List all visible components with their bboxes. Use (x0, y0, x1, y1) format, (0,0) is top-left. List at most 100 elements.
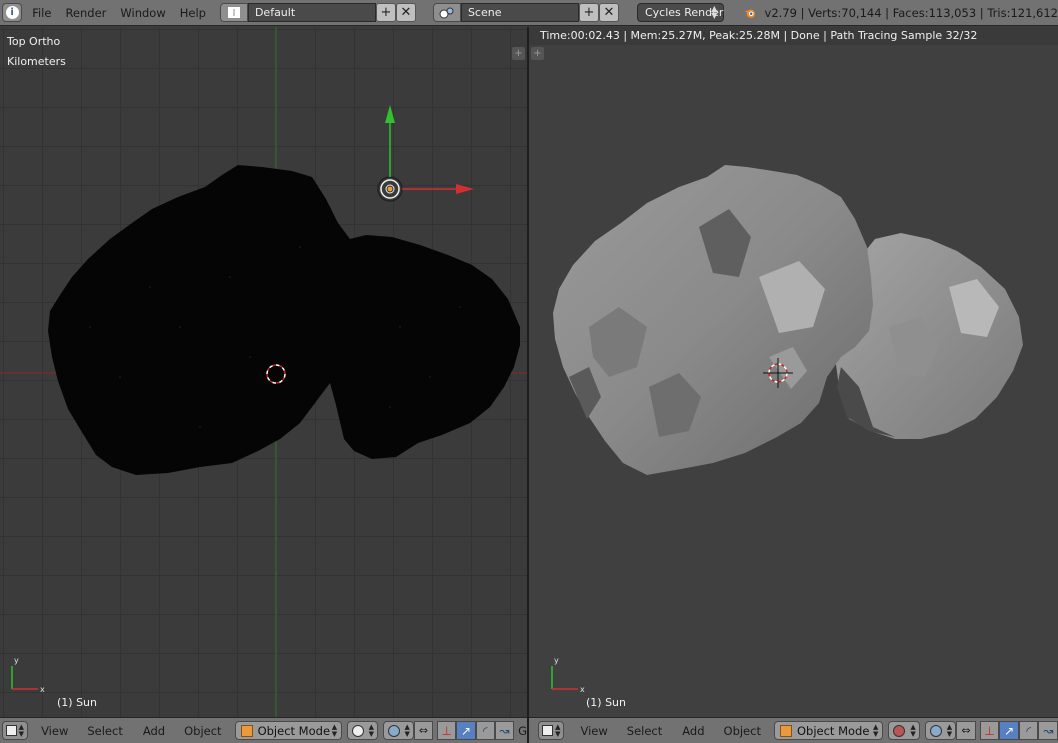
axis-y-label: y (14, 656, 19, 665)
editor-type-button[interactable]: ▲ ▼ (538, 721, 565, 740)
scale-icon: ↝ (1043, 723, 1054, 738)
object-mode-icon (240, 724, 253, 737)
translate-manipulator-button[interactable]: ↗ (456, 721, 476, 740)
editor-type-button[interactable]: i (2, 3, 23, 22)
viewport-header-right: ▲ ▼ View Select Add Object Object Mode ▲ ▼… (529, 717, 1058, 743)
menu-add[interactable]: Add (682, 724, 704, 738)
interaction-mode-dropdown[interactable]: Object Mode ▲ ▼ (773, 721, 884, 740)
menu-add[interactable]: Add (143, 724, 165, 738)
scene-stats: v2.79 | Verts:70,144 | Faces:113,053 | T… (764, 5, 1058, 20)
manipulator-icon: ⊥ (441, 723, 452, 738)
close-icon: ✕ (400, 5, 412, 20)
scene-field[interactable]: Scene (460, 3, 579, 22)
y-arrow-handle[interactable] (385, 105, 395, 123)
3d-viewport-left[interactable]: Top Ortho Kilometers y x (1) Sun + (0, 27, 527, 717)
3d-viewport-rendered[interactable]: Time:00:02.43 | Mem:25.27M, Peak:25.28M … (529, 27, 1058, 717)
dropdown-arrows-icon: ▲ ▼ (873, 723, 879, 738)
interaction-mode-label: Object Mode (796, 723, 870, 738)
menu-help[interactable]: Help (180, 6, 206, 20)
active-object-label: (1) Sun (57, 696, 98, 709)
blender-logo-icon (745, 9, 756, 18)
dropdown-arrows-icon: ▲ ▼ (711, 4, 718, 20)
info-icon: i (5, 6, 19, 19)
menu-view[interactable]: View (580, 724, 607, 738)
3d-view-icon (6, 725, 17, 736)
pivot-icon (929, 724, 942, 737)
sun-lamp-object[interactable] (377, 176, 403, 202)
axis-x-label: x (40, 685, 45, 694)
object-mode-icon (779, 724, 792, 737)
pivot-point-dropdown[interactable]: ▲ ▼ (924, 721, 957, 740)
menu-window[interactable]: Window (120, 6, 165, 20)
dropdown-arrows-icon: ▲ ▼ (555, 723, 561, 738)
pivot-icon (388, 724, 400, 737)
axis-y-label: y (554, 656, 559, 665)
dropdown-arrows-icon: ▲ ▼ (946, 723, 953, 738)
menu-render[interactable]: Render (65, 6, 106, 20)
menu-object[interactable]: Object (184, 724, 221, 738)
menu-object[interactable]: Object (724, 724, 761, 738)
dropdown-arrows-icon: ▲ ▼ (910, 723, 916, 738)
pivot-point-dropdown[interactable]: ▲ ▼ (383, 721, 414, 740)
screen-layout-name: Default (254, 6, 296, 19)
viewport-header-left: ▲ ▼ View Select Add Object Object Mode ▲ ▼… (0, 717, 527, 743)
menu-select[interactable]: Select (627, 724, 662, 738)
screen-layout-field[interactable]: Default (247, 3, 376, 22)
add-screen-button[interactable]: + (375, 3, 396, 22)
viewport-scene-left (0, 27, 527, 717)
3d-view-icon (542, 725, 553, 736)
scene-name: Scene (467, 6, 502, 19)
viewport-shading-dropdown[interactable]: ▲ ▼ (888, 721, 920, 740)
rendered-scene (553, 165, 1023, 475)
info-header: i File Render Window Help Default + ✕ Sc… (0, 0, 1058, 26)
menu-file[interactable]: File (32, 6, 51, 20)
axis-x-label: x (580, 685, 585, 694)
scale-icon: ↝ (499, 723, 510, 738)
manipulator-icon: ⊥ (984, 723, 995, 738)
wireframe-shading-icon (352, 724, 365, 737)
x-arrow-handle[interactable] (456, 184, 474, 194)
rotate-icon: ◜ (1026, 723, 1031, 738)
translate-arrow-icon: ↗ (1004, 723, 1015, 738)
plus-icon: + (380, 5, 392, 20)
comet-mesh-wireframe[interactable] (48, 165, 520, 475)
screen-layout-icon[interactable] (219, 3, 248, 22)
add-scene-button[interactable]: + (578, 3, 599, 22)
interaction-mode-label: Object Mode (257, 723, 331, 738)
rotate-icon: ◜ (482, 723, 488, 738)
delete-screen-button[interactable]: ✕ (395, 3, 416, 22)
truncated-header-item[interactable]: G (518, 724, 527, 738)
editor-type-button[interactable]: ▲ ▼ (2, 721, 29, 740)
snap-toggle-button[interactable]: ⇔ (956, 721, 976, 740)
scene-objects-icon (439, 7, 454, 18)
plus-icon: + (583, 5, 595, 20)
snap-icon: ⇔ (418, 724, 429, 737)
scene-group: Scene + ✕ (432, 3, 619, 22)
active-object-label: (1) Sun (586, 696, 627, 709)
dropdown-arrows-icon: ▲ ▼ (368, 723, 374, 738)
dropdown-arrows-icon: ▲ ▼ (331, 723, 338, 738)
rotate-manipulator-button[interactable]: ◜ (475, 721, 495, 740)
delete-scene-button[interactable]: ✕ (598, 3, 619, 22)
close-icon: ✕ (603, 5, 615, 20)
rotate-manipulator-button[interactable]: ◜ (1018, 721, 1039, 740)
scale-manipulator-button[interactable]: ↝ (494, 721, 515, 740)
translate-arrow-icon: ↗ (460, 723, 471, 738)
manipulator-toggle-button[interactable]: ⊥ (979, 721, 1000, 740)
axis-orientation-gizmo: y x (551, 656, 585, 694)
axis-orientation-gizmo: y x (11, 656, 45, 694)
dropdown-arrows-icon: ▲ ▼ (404, 723, 410, 738)
rendered-shading-icon (893, 724, 906, 737)
area-split-corner[interactable]: + (512, 47, 525, 60)
scale-manipulator-button[interactable]: ↝ (1038, 721, 1058, 740)
snap-toggle-button[interactable]: ⇔ (413, 721, 434, 740)
screen-layout-group: Default + ✕ (219, 3, 416, 22)
translate-manipulator-button[interactable]: ↗ (999, 721, 1019, 740)
render-engine-dropdown[interactable]: Cycles Render ▲ ▼ (636, 3, 725, 22)
menu-select[interactable]: Select (87, 724, 122, 738)
scene-icon[interactable] (432, 3, 461, 22)
manipulator-toggle-button[interactable]: ⊥ (437, 721, 457, 740)
viewport-shading-dropdown[interactable]: ▲ ▼ (347, 721, 378, 740)
menu-view[interactable]: View (41, 724, 68, 738)
interaction-mode-dropdown[interactable]: Object Mode ▲ ▼ (234, 721, 343, 740)
